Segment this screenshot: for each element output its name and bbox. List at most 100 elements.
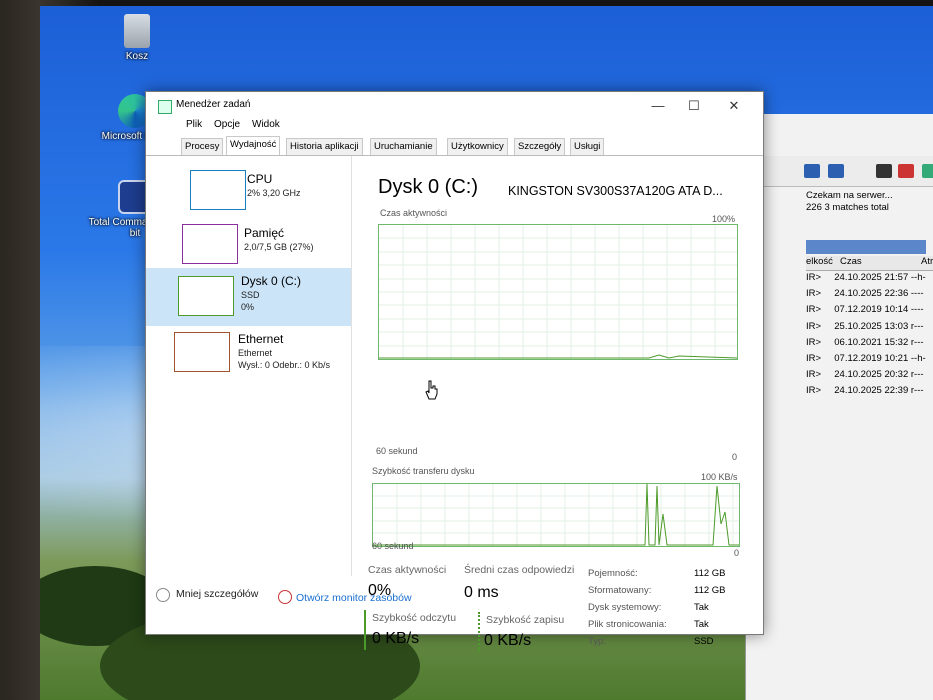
fewer-details-button[interactable]: Mniej szczegółów (176, 588, 258, 600)
table-row[interactable]: IR> 07.12.2019 10:14 ---- (806, 304, 926, 320)
tc-cell-attr: ---- (910, 304, 924, 316)
table-row[interactable]: IR> 06.10.2021 15:32 r--- (806, 337, 926, 353)
sidebar-item-sub: SSD (241, 290, 260, 300)
tc-cell-size: IR> (806, 304, 822, 316)
tab-wydajnosc[interactable]: Wydajność (226, 136, 281, 155)
tc-cell-time: 24.10.2025 20:32 (834, 369, 909, 381)
stat-write-value: 0 KB/s (484, 632, 532, 649)
stat-active-label: Czas aktywności (368, 564, 447, 576)
memory-thumbnail (182, 224, 238, 264)
tc-status-line: Czekam na serwer... (806, 190, 893, 201)
resource-monitor-link[interactable]: Otwórz monitor zasobów (296, 592, 412, 604)
tc-cell-size: IR> (806, 336, 822, 348)
tc-column-headers: elkość Czas Atryb (806, 256, 933, 271)
sync-icon[interactable] (922, 164, 933, 178)
cpu-thumbnail (190, 170, 246, 210)
sidebar-item-cpu[interactable]: CPU 2% 3,20 GHz (146, 166, 351, 226)
maximize-button[interactable]: ☐ (679, 96, 709, 116)
transfer-rate-grid (373, 484, 739, 546)
table-row[interactable]: IR> 07.12.2019 10:21 --h- (806, 353, 926, 369)
tab-uruchamianie[interactable]: Uruchamianie (370, 138, 437, 155)
sidebar-item-sub: Wysł.: 0 Odebr.: 0 Kb/s (238, 360, 330, 370)
disk-model: KINGSTON SV300S37A120G ATA D... (508, 184, 723, 198)
sidebar-item-sub: 2% 3,20 GHz (247, 188, 301, 198)
sidebar-item-ethernet[interactable]: Ethernet Ethernet Wysł.: 0 Odebr.: 0 Kb/… (146, 328, 351, 388)
desktop-icon-label: Kosz (125, 51, 149, 62)
tc-col-time[interactable]: Czas (840, 256, 862, 267)
table-row[interactable]: IR> 24.10.2025 20:32 r--- (806, 369, 926, 385)
tc-cell-attr: --h- (910, 352, 926, 364)
sidebar-item-sub: 0% (241, 302, 255, 312)
tc-cell-attr: r--- (910, 385, 924, 397)
tc-cell-time: 24.10.2025 21:57 (834, 272, 909, 283)
prop-key: Typ: (588, 636, 606, 647)
tc-cell-time: 07.12.2019 10:21 (834, 352, 909, 364)
footer: Mniej szczegółów Otwórz monitor zasobów (146, 576, 763, 634)
tab-uzytkownicy[interactable]: Użytkownicy (447, 138, 508, 155)
tab-procesy[interactable]: Procesy (181, 138, 224, 155)
tc-path-bar[interactable] (806, 240, 926, 254)
tc-cell-attr: --h- (910, 272, 926, 283)
window-title: Menedżer zadań (176, 99, 251, 110)
ftp-icon[interactable] (804, 164, 820, 178)
task-manager-icon (158, 100, 172, 114)
disk-detail-panel: Dysk 0 (C:) KINGSTON SV300S37A120G ATA D… (356, 156, 756, 652)
menu-widok[interactable]: Widok (252, 119, 280, 130)
prop-value: SSD (694, 636, 714, 647)
tc-toolbar (746, 156, 933, 187)
ethernet-thumbnail (174, 332, 230, 372)
sort-icon[interactable] (898, 164, 914, 178)
sidebar-item-sub: 2,0/7,5 GB (27%) (244, 242, 314, 252)
tab-szczegoly[interactable]: Szczegóły (514, 138, 566, 155)
task-manager-window: Menedżer zadań — ☐ ✕ Plik Opcje Widok Pr… (145, 91, 764, 652)
tab-historia-aplikacji[interactable]: Historia aplikacji (286, 138, 363, 155)
desktop-icon-recycle-bin[interactable]: Kosz (92, 14, 182, 62)
disk-thumbnail (178, 276, 234, 316)
table-row[interactable]: IR> 24.10.2025 22:36 ---- (806, 288, 926, 304)
table-row[interactable]: IR> 24.10.2025 22:39 r--- (806, 385, 926, 401)
tc-cell-attr: r--- (910, 369, 924, 381)
tc-file-list: IR> 24.10.2025 21:57 --h- IR> 24.10.2025… (806, 272, 926, 402)
tc-cell-size: IR> (806, 369, 822, 381)
tc-cell-attr: r--- (910, 336, 924, 348)
tab-uslugi[interactable]: Usługi (570, 138, 605, 155)
chevron-up-icon[interactable] (156, 588, 170, 602)
tc-cell-size: IR> (806, 288, 822, 300)
performance-sidebar: CPU 2% 3,20 GHz Pamięć 2,0/7,5 GB (27%) … (146, 156, 352, 576)
tc-cell-time: 24.10.2025 22:39 (834, 385, 909, 397)
tc-cell-size: IR> (806, 352, 822, 364)
active-time-graph (378, 224, 738, 360)
graph2-label: Szybkość transferu dysku (372, 466, 475, 476)
tc-cell-attr: r--- (910, 320, 924, 332)
sidebar-item-disk[interactable]: Dysk 0 (C:) SSD 0% (146, 268, 351, 326)
graph1-label: Czas aktywności (380, 208, 448, 218)
tc-cell-time: 25.10.2025 13:03 (834, 320, 909, 332)
active-time-grid (379, 225, 737, 359)
binoculars-icon[interactable] (876, 164, 892, 178)
tc-cell-time: 24.10.2025 22:36 (834, 288, 909, 300)
tc-cell-size: IR> (806, 320, 822, 332)
sidebar-item-label: Dysk 0 (C:) (241, 274, 301, 288)
close-button[interactable]: ✕ (719, 96, 749, 116)
tc-cell-attr: ---- (910, 288, 924, 300)
minimize-button[interactable]: — (643, 96, 673, 116)
tc-cell-time: 06.10.2021 15:32 (834, 336, 909, 348)
tc-col-attr[interactable]: Atryb (921, 256, 933, 267)
graph2-max: 100 KB/s (701, 472, 738, 482)
page-title: Dysk 0 (C:) (378, 176, 478, 198)
url-icon[interactable] (828, 164, 844, 178)
recycle-bin-icon (124, 14, 150, 48)
graph1-min: 0 (732, 452, 738, 462)
transfer-rate-graph (372, 483, 740, 547)
title-bar[interactable]: Menedżer zadań — ☐ ✕ (146, 92, 763, 120)
sidebar-item-label: CPU (247, 172, 273, 186)
tc-col-size[interactable]: elkość (806, 256, 833, 267)
menu-plik[interactable]: Plik (186, 119, 202, 130)
graph2-time: 60 sekund (372, 541, 414, 551)
menu-opcje[interactable]: Opcje (214, 119, 240, 130)
table-row[interactable]: IR> 24.10.2025 21:57 --h- (806, 272, 926, 288)
tc-cell-size: IR> (806, 385, 822, 397)
sidebar-item-label: Ethernet (238, 332, 284, 346)
table-row[interactable]: IR> 25.10.2025 13:03 r--- (806, 321, 926, 337)
graph1-max: 100% (712, 214, 736, 224)
